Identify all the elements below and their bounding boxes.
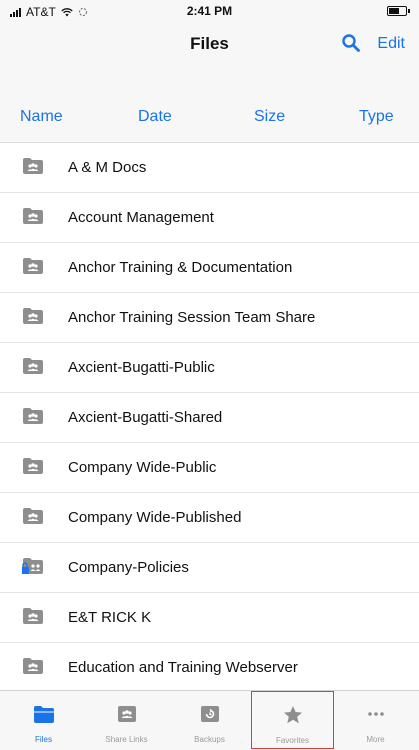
sort-by-type[interactable]: Type bbox=[359, 108, 394, 126]
list-item[interactable]: Company Wide-Public bbox=[0, 443, 419, 493]
tab-label: More bbox=[366, 735, 385, 744]
file-name: A & M Docs bbox=[68, 159, 147, 176]
battery-tip bbox=[408, 9, 410, 13]
status-bar: AT&T 2:41 PM bbox=[0, 0, 419, 22]
list-item[interactable]: Education and Training Webserver bbox=[0, 643, 419, 690]
shared-folder-icon bbox=[23, 208, 43, 224]
tab-label: Backups bbox=[194, 735, 225, 744]
list-item[interactable]: A & M Docs bbox=[0, 143, 419, 193]
search-icon[interactable] bbox=[340, 32, 362, 54]
shared-folder-icon bbox=[23, 308, 43, 324]
list-item[interactable]: Company Wide-Published bbox=[0, 493, 419, 543]
star-icon bbox=[283, 706, 302, 724]
file-name: Axcient-Bugatti-Public bbox=[68, 359, 215, 376]
tab-more[interactable]: More bbox=[334, 691, 417, 750]
shared-folder-icon bbox=[23, 508, 43, 524]
list-item[interactable]: Anchor Training & Documentation bbox=[0, 243, 419, 293]
folder-icon bbox=[33, 706, 54, 723]
shared-folder-icon bbox=[23, 608, 43, 624]
file-name: Company Wide-Published bbox=[68, 509, 242, 526]
more-icon bbox=[367, 712, 384, 716]
shared-folder-icon bbox=[23, 258, 43, 274]
tab-files[interactable]: Files bbox=[2, 691, 85, 750]
tab-bar: Files Share Links Backups Favorites More bbox=[0, 690, 419, 750]
sort-by-date[interactable]: Date bbox=[138, 108, 172, 126]
file-name: Anchor Training Session Team Share bbox=[68, 309, 316, 326]
shared-folder-icon bbox=[23, 458, 43, 474]
sort-by-name[interactable]: Name bbox=[20, 108, 63, 126]
shared-folder-icon bbox=[23, 408, 43, 424]
list-item[interactable]: Axcient-Bugatti-Public bbox=[0, 343, 419, 393]
shared-folder-icon bbox=[23, 158, 43, 174]
file-name: Account Management bbox=[68, 209, 214, 226]
edit-button[interactable]: Edit bbox=[377, 35, 405, 53]
backup-icon bbox=[200, 706, 219, 722]
file-name: Company Wide-Public bbox=[68, 459, 217, 476]
locked-shared-folder-icon bbox=[22, 558, 43, 574]
file-name: Company-Policies bbox=[68, 559, 189, 576]
tab-label: Favorites bbox=[276, 736, 309, 745]
shared-folder-icon bbox=[23, 658, 43, 674]
tab-label: Share Links bbox=[105, 735, 148, 744]
shared-folder-icon bbox=[117, 706, 136, 722]
tab-share-links[interactable]: Share Links bbox=[85, 691, 168, 750]
nav-bar: Files Edit bbox=[0, 22, 419, 66]
file-list: A & M Docs Account Management Anchor Tra… bbox=[0, 143, 419, 690]
list-item[interactable]: Account Management bbox=[0, 193, 419, 243]
battery-icon bbox=[387, 6, 407, 16]
tab-backups[interactable]: Backups bbox=[168, 691, 251, 750]
file-name: Anchor Training & Documentation bbox=[68, 259, 293, 276]
file-name: E&T RICK K bbox=[68, 609, 152, 626]
sort-by-size[interactable]: Size bbox=[254, 108, 285, 126]
tab-favorites[interactable]: Favorites bbox=[251, 691, 334, 749]
file-name: Education and Training Webserver bbox=[68, 659, 298, 676]
status-time: 2:41 PM bbox=[186, 4, 233, 18]
list-item[interactable]: E&T RICK K bbox=[0, 593, 419, 643]
tab-label: Files bbox=[35, 735, 52, 744]
list-item[interactable]: Company-Policies bbox=[0, 543, 419, 593]
list-item[interactable]: Axcient-Bugatti-Shared bbox=[0, 393, 419, 443]
shared-folder-icon bbox=[23, 358, 43, 374]
sort-bar: Name Date Size Type bbox=[0, 66, 419, 143]
file-name: Axcient-Bugatti-Shared bbox=[68, 409, 223, 426]
list-item[interactable]: Anchor Training Session Team Share bbox=[0, 293, 419, 343]
